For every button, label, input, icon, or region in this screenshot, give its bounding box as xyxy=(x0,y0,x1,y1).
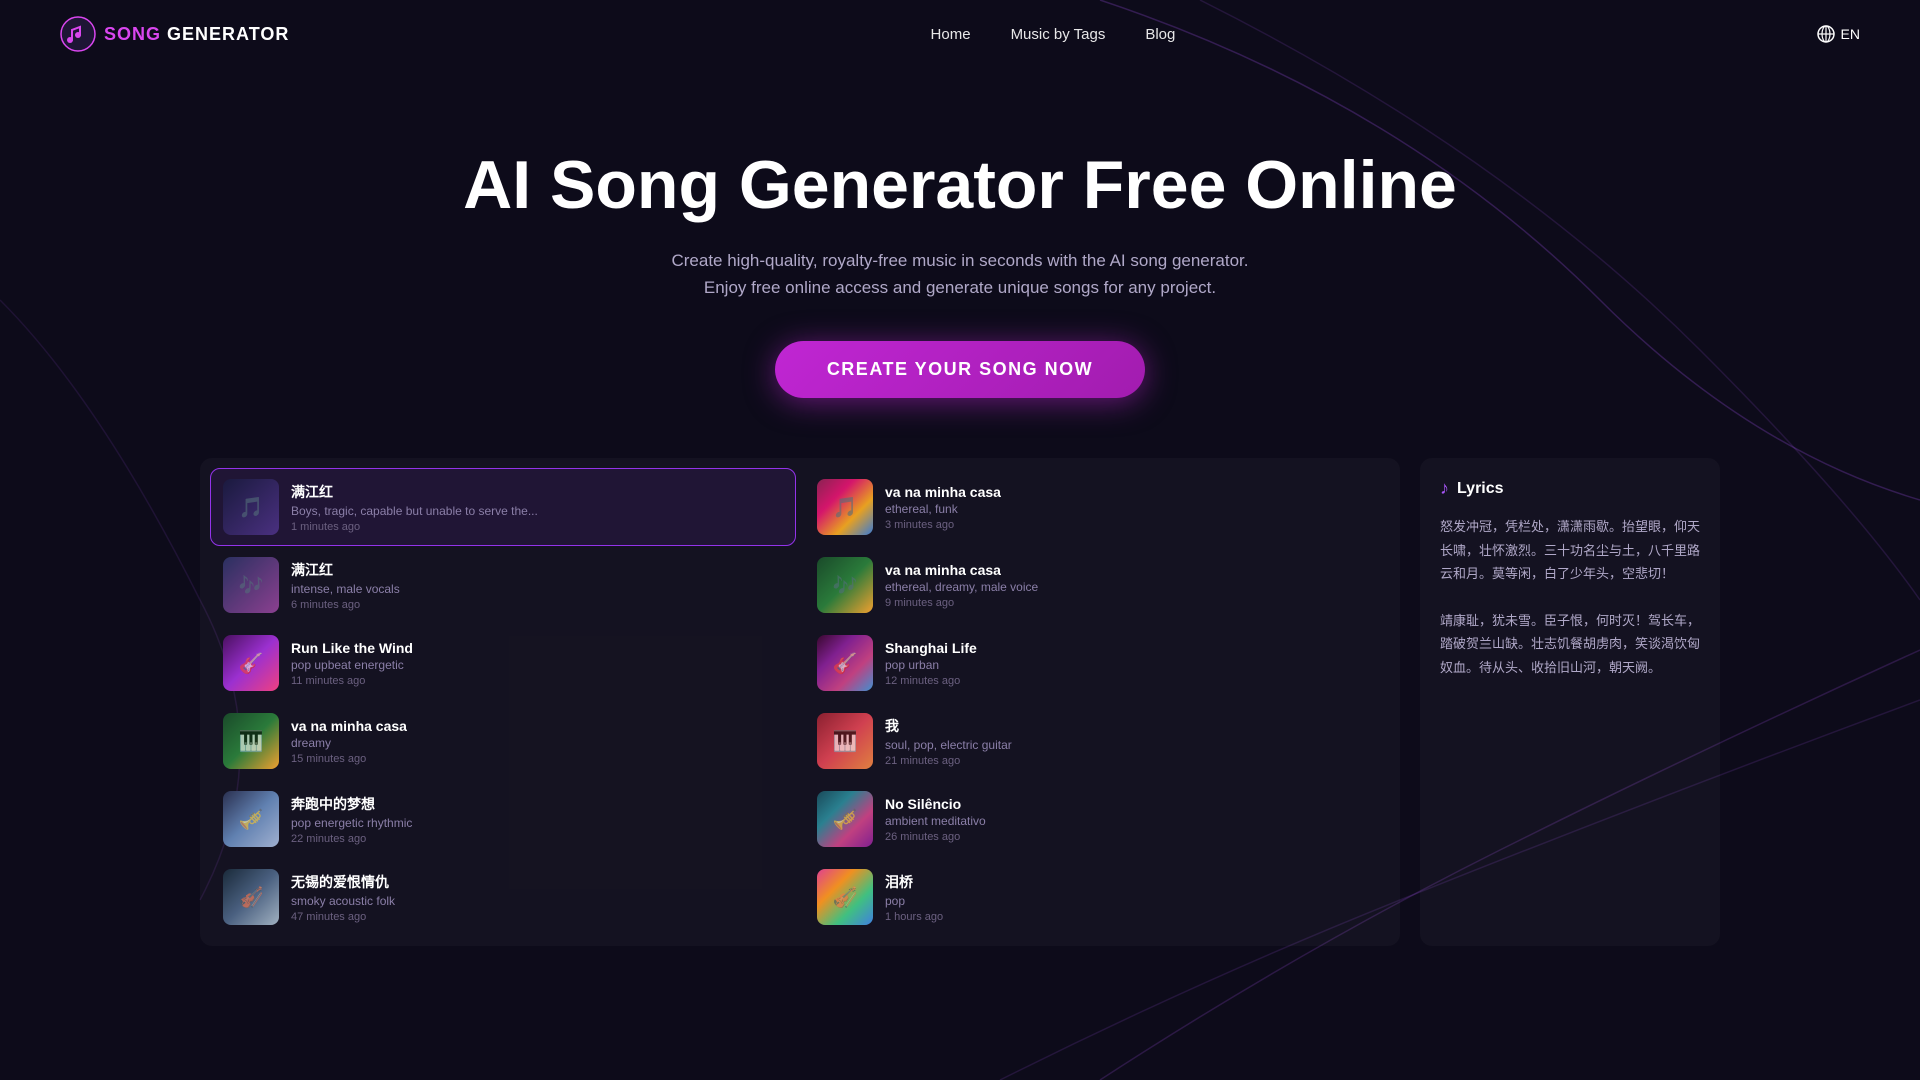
song-tags: soul, pop, electric guitar xyxy=(885,738,1377,752)
song-tags: ethereal, funk xyxy=(885,502,1377,516)
lyrics-text: 怒发冲冠，凭栏处，潇潇雨歇。抬望眼，仰天长啸，壮怀激烈。三十功名尘与土，八千里路… xyxy=(1440,515,1700,679)
song-item[interactable]: 🎹 我 soul, pop, electric guitar 21 minute… xyxy=(804,702,1390,780)
song-title: va na minha casa xyxy=(885,484,1377,500)
language-selector[interactable]: EN xyxy=(1817,25,1860,43)
song-info: No Silêncio ambient meditativo 26 minute… xyxy=(885,796,1377,843)
song-title: va na minha casa xyxy=(885,562,1377,578)
song-tags: pop upbeat energetic xyxy=(291,658,783,672)
hero-subtitle: Create high-quality, royalty-free music … xyxy=(660,247,1260,301)
song-item[interactable]: 🎶 满江红 intense, male vocals 6 minutes ago xyxy=(210,546,796,624)
song-info: 奔跑中的梦想 pop energetic rhythmic 22 minutes… xyxy=(291,794,783,845)
song-thumbnail: 🎶 xyxy=(223,557,279,613)
song-info: 我 soul, pop, electric guitar 21 minutes … xyxy=(885,716,1377,767)
song-item[interactable]: 🎺 No Silêncio ambient meditativo 26 minu… xyxy=(804,780,1390,858)
song-thumbnail: 🎻 xyxy=(223,869,279,925)
song-item[interactable]: 🎺 奔跑中的梦想 pop energetic rhythmic 22 minut… xyxy=(210,780,796,858)
song-info: va na minha casa ethereal, funk 3 minute… xyxy=(885,484,1377,531)
lyrics-title: Lyrics xyxy=(1457,480,1504,498)
song-title: 我 xyxy=(885,716,1377,736)
main-nav: Home Music by Tags Blog xyxy=(931,26,1176,43)
song-tags: pop energetic rhythmic xyxy=(291,816,783,830)
song-tags: dreamy xyxy=(291,736,783,750)
song-tags: Boys, tragic, capable but unable to serv… xyxy=(291,504,783,518)
song-thumbnail: 🎸 xyxy=(817,635,873,691)
song-item[interactable]: 🎸 Shanghai Life pop urban 12 minutes ago xyxy=(804,624,1390,702)
song-time: 21 minutes ago xyxy=(885,755,1377,767)
song-title: 奔跑中的梦想 xyxy=(291,794,783,814)
song-time: 9 minutes ago xyxy=(885,597,1377,609)
nav-blog[interactable]: Blog xyxy=(1145,26,1175,43)
content-area: 🎵 满江红 Boys, tragic, capable but unable t… xyxy=(0,438,1920,966)
hero-title: AI Song Generator Free Online xyxy=(20,148,1900,223)
song-time: 26 minutes ago xyxy=(885,831,1377,843)
song-thumbnail: 🎺 xyxy=(817,791,873,847)
song-thumbnail: 🎵 xyxy=(223,479,279,535)
song-tags: pop xyxy=(885,894,1377,908)
song-item[interactable]: 🎶 va na minha casa ethereal, dreamy, mal… xyxy=(804,546,1390,624)
song-tags: pop urban xyxy=(885,658,1377,672)
song-tags: smoky acoustic folk xyxy=(291,894,783,908)
song-item[interactable]: 🎵 va na minha casa ethereal, funk 3 minu… xyxy=(804,468,1390,546)
song-tags: ambient meditativo xyxy=(885,814,1377,828)
song-time: 3 minutes ago xyxy=(885,519,1377,531)
song-info: 泪桥 pop 1 hours ago xyxy=(885,872,1377,923)
nav-music-by-tags[interactable]: Music by Tags xyxy=(1011,26,1106,43)
song-columns: 🎵 满江红 Boys, tragic, capable but unable t… xyxy=(210,468,1390,936)
lyrics-header: ♪ Lyrics xyxy=(1440,478,1700,499)
song-thumbnail: 🎹 xyxy=(223,713,279,769)
logo-icon xyxy=(60,16,96,52)
song-info: 无锡的爱恨情仇 smoky acoustic folk 47 minutes a… xyxy=(291,872,783,923)
song-time: 22 minutes ago xyxy=(291,833,783,845)
song-thumbnail: 🎺 xyxy=(223,791,279,847)
song-info: 满江红 intense, male vocals 6 minutes ago xyxy=(291,560,783,611)
song-info: va na minha casa ethereal, dreamy, male … xyxy=(885,562,1377,609)
lyrics-panel: ♪ Lyrics 怒发冲冠，凭栏处，潇潇雨歇。抬望眼，仰天长啸，壮怀激烈。三十功… xyxy=(1420,458,1720,946)
song-tags: intense, male vocals xyxy=(291,582,783,596)
song-item[interactable]: 🎵 满江红 Boys, tragic, capable but unable t… xyxy=(210,468,796,546)
song-title: 泪桥 xyxy=(885,872,1377,892)
song-title: 无锡的爱恨情仇 xyxy=(291,872,783,892)
song-item[interactable]: 🎻 泪桥 pop 1 hours ago xyxy=(804,858,1390,936)
song-title: 满江红 xyxy=(291,560,783,580)
song-thumbnail: 🎸 xyxy=(223,635,279,691)
song-list: 🎵 满江红 Boys, tragic, capable but unable t… xyxy=(200,458,1400,946)
logo-text: SONG GENERATOR xyxy=(104,24,289,45)
song-time: 12 minutes ago xyxy=(885,675,1377,687)
song-info: Run Like the Wind pop upbeat energetic 1… xyxy=(291,640,783,687)
globe-icon xyxy=(1817,25,1835,43)
nav-home[interactable]: Home xyxy=(931,26,971,43)
song-column-left: 🎵 满江红 Boys, tragic, capable but unable t… xyxy=(210,468,796,936)
song-title: No Silêncio xyxy=(885,796,1377,812)
hero-section: AI Song Generator Free Online Create hig… xyxy=(0,68,1920,438)
song-time: 11 minutes ago xyxy=(291,675,783,687)
song-thumbnail: 🎶 xyxy=(817,557,873,613)
song-thumbnail: 🎵 xyxy=(817,479,873,535)
music-icon: ♪ xyxy=(1440,478,1449,499)
song-info: va na minha casa dreamy 15 minutes ago xyxy=(291,718,783,765)
song-time: 47 minutes ago xyxy=(291,911,783,923)
song-item[interactable]: 🎻 无锡的爱恨情仇 smoky acoustic folk 47 minutes… xyxy=(210,858,796,936)
song-column-right: 🎵 va na minha casa ethereal, funk 3 minu… xyxy=(804,468,1390,936)
song-thumbnail: 🎻 xyxy=(817,869,873,925)
song-info: 满江红 Boys, tragic, capable but unable to … xyxy=(291,482,783,533)
song-item[interactable]: 🎸 Run Like the Wind pop upbeat energetic… xyxy=(210,624,796,702)
song-title: va na minha casa xyxy=(291,718,783,734)
create-song-button[interactable]: CREATE YOUR SONG NOW xyxy=(775,341,1145,398)
song-time: 1 hours ago xyxy=(885,911,1377,923)
song-title: 满江红 xyxy=(291,482,783,502)
song-tags: ethereal, dreamy, male voice xyxy=(885,580,1377,594)
song-time: 15 minutes ago xyxy=(291,753,783,765)
song-time: 6 minutes ago xyxy=(291,599,783,611)
song-item[interactable]: 🎹 va na minha casa dreamy 15 minutes ago xyxy=(210,702,796,780)
song-title: Shanghai Life xyxy=(885,640,1377,656)
logo[interactable]: SONG GENERATOR xyxy=(60,16,289,52)
song-time: 1 minutes ago xyxy=(291,521,783,533)
song-thumbnail: 🎹 xyxy=(817,713,873,769)
song-title: Run Like the Wind xyxy=(291,640,783,656)
song-info: Shanghai Life pop urban 12 minutes ago xyxy=(885,640,1377,687)
